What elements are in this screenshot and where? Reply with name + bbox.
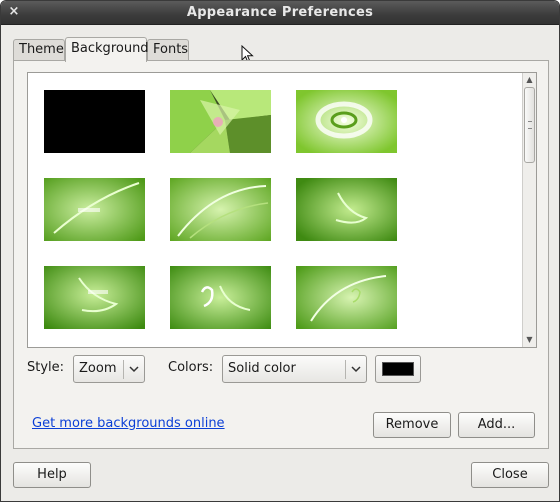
- chevron-down-icon: [351, 366, 361, 373]
- wallpaper-thumbnail-green-6[interactable]: [296, 266, 397, 329]
- wallpaper-thumbnail-green-4[interactable]: [44, 266, 145, 329]
- remove-button[interactable]: Remove: [373, 412, 451, 438]
- wallpaper-gallery[interactable]: ▲ ▼: [27, 72, 537, 348]
- colors-combo[interactable]: Solid color: [222, 355, 367, 383]
- help-button[interactable]: Help: [13, 462, 91, 488]
- wallpaper-thumbnail-green-5[interactable]: [170, 266, 271, 329]
- color-swatch: [382, 362, 414, 376]
- tab-theme[interactable]: Theme: [13, 39, 65, 61]
- wallpaper-thumbnail-geometric[interactable]: [170, 90, 271, 153]
- wallpaper-thumbnail-swirl[interactable]: [296, 90, 397, 153]
- style-label: Style:: [27, 360, 65, 375]
- colors-value: Solid color: [228, 361, 296, 376]
- close-button[interactable]: Close: [471, 462, 549, 488]
- wallpaper-thumbnail-green-2[interactable]: [170, 178, 271, 241]
- window-title: Appearance Preferences: [186, 5, 374, 20]
- appearance-preferences-window: × Appearance Preferences Theme Backgroun…: [0, 0, 560, 502]
- background-tab-panel: ▲ ▼ Style: Zoom Colors: Solid color Get …: [13, 60, 549, 449]
- color-picker-button[interactable]: [375, 355, 421, 383]
- scroll-down-icon[interactable]: ▼: [523, 333, 536, 347]
- title-bar[interactable]: × Appearance Preferences: [1, 1, 559, 25]
- wallpaper-thumbnail-green-1[interactable]: [44, 178, 145, 241]
- style-combo[interactable]: Zoom: [73, 355, 145, 383]
- colors-label: Colors:: [168, 360, 214, 375]
- wallpaper-thumbnail-black[interactable]: [44, 90, 145, 153]
- get-more-backgrounds-link[interactable]: Get more backgrounds online: [32, 416, 225, 431]
- wallpaper-thumbnail-green-3[interactable]: [296, 178, 397, 241]
- chevron-down-icon: [129, 366, 139, 373]
- scroll-up-icon[interactable]: ▲: [523, 73, 536, 87]
- scrollbar-thumb[interactable]: [524, 87, 535, 163]
- gallery-scrollbar[interactable]: ▲ ▼: [522, 73, 536, 347]
- tab-background[interactable]: Background: [65, 37, 149, 62]
- add-button[interactable]: Add...: [458, 412, 535, 438]
- style-value: Zoom: [79, 361, 117, 376]
- tab-fonts[interactable]: Fonts: [147, 39, 189, 61]
